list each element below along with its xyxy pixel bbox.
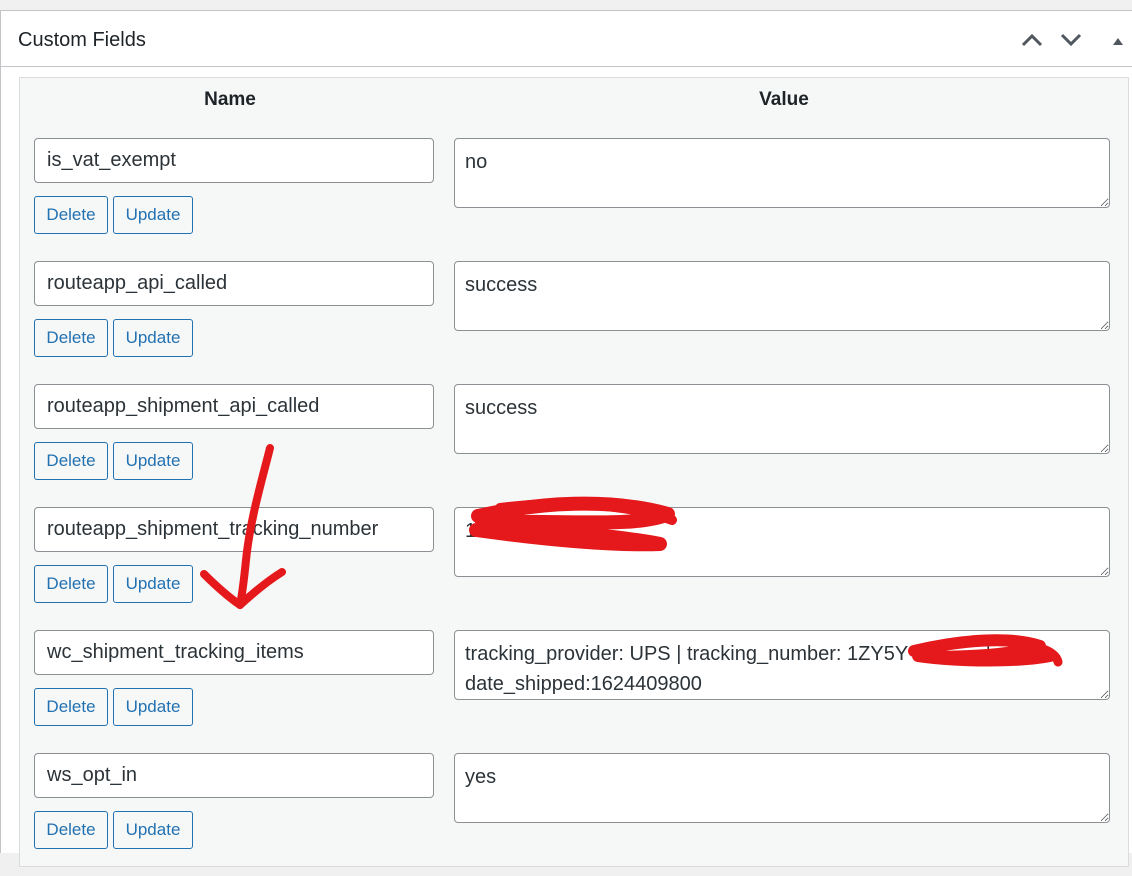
move-down-button[interactable] [1056, 25, 1086, 55]
update-field-button[interactable]: Update [113, 442, 193, 480]
delete-field-button[interactable]: Delete [34, 565, 108, 603]
field-key-input[interactable] [34, 138, 434, 183]
delete-field-button[interactable]: Delete [34, 319, 108, 357]
custom-fields-table: Name Value no Delete Update success Dele… [19, 77, 1129, 867]
field-key-input[interactable] [34, 507, 434, 552]
field-row-ws-opt-in: yes Delete Update [20, 753, 1128, 876]
field-key-input[interactable] [34, 630, 434, 675]
toggle-panel-button[interactable] [1103, 25, 1132, 55]
field-value-textarea[interactable]: no [454, 138, 1110, 208]
field-value-textarea[interactable]: tracking_provider: UPS | tracking_number… [454, 630, 1110, 700]
column-header-name: Name [204, 89, 256, 110]
field-value-textarea[interactable]: 1Z [454, 507, 1110, 577]
field-key-input[interactable] [34, 384, 434, 429]
chevron-up-icon [1021, 33, 1043, 47]
field-row-wc-shipment-tracking-items: tracking_provider: UPS | tracking_number… [20, 630, 1128, 753]
caret-up-icon [1113, 38, 1123, 45]
field-row-is-vat-exempt: no Delete Update [20, 138, 1128, 261]
screen-top-strip [0, 0, 1132, 10]
update-field-button[interactable]: Update [113, 688, 193, 726]
field-key-input[interactable] [34, 261, 434, 306]
panel-title: Custom Fields [18, 29, 146, 51]
field-row-routeapp-shipment-api-called: success Delete Update [20, 384, 1128, 507]
update-field-button[interactable]: Update [113, 196, 193, 234]
field-row-routeapp-shipment-tracking-number: 1Z Delete Update [20, 507, 1128, 630]
update-field-button[interactable]: Update [113, 319, 193, 357]
update-field-button[interactable]: Update [113, 811, 193, 849]
custom-fields-panel: Custom Fields Name Value no Delete Updat… [0, 10, 1132, 867]
delete-field-button[interactable]: Delete [34, 688, 108, 726]
delete-field-button[interactable]: Delete [34, 442, 108, 480]
delete-field-button[interactable]: Delete [34, 811, 108, 849]
panel-header: Custom Fields [1, 11, 1132, 67]
field-row-routeapp-api-called: success Delete Update [20, 261, 1128, 384]
chevron-down-icon [1060, 33, 1082, 47]
field-key-input[interactable] [34, 753, 434, 798]
update-field-button[interactable]: Update [113, 565, 193, 603]
field-value-textarea[interactable]: success [454, 261, 1110, 331]
field-value-textarea[interactable]: yes [454, 753, 1110, 823]
delete-field-button[interactable]: Delete [34, 196, 108, 234]
field-value-textarea[interactable]: success [454, 384, 1110, 454]
column-header-value: Value [759, 89, 809, 110]
move-up-button[interactable] [1017, 25, 1047, 55]
